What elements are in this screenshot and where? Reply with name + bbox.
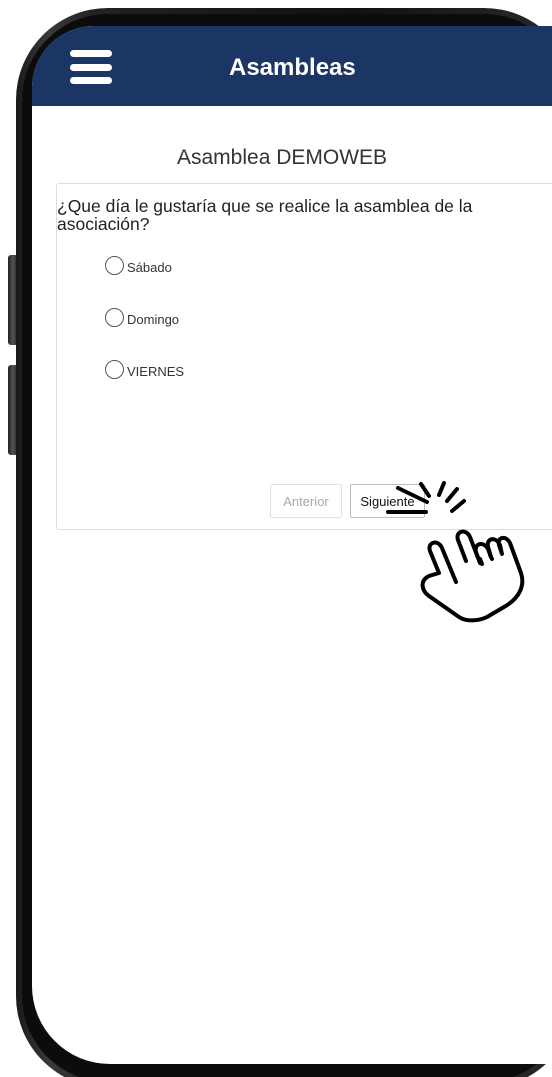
app-header: Asambleas <box>32 26 552 106</box>
option-sabado[interactable]: Sábado <box>105 255 172 275</box>
survey-question: ¿Que día le gustaría que se realice la a… <box>57 196 473 234</box>
option-label: Sábado <box>127 259 172 275</box>
option-viernes[interactable]: VIERNES <box>105 359 184 379</box>
radio-button[interactable] <box>105 307 124 327</box>
app-title: Asambleas <box>229 54 356 81</box>
tapping-hand-icon <box>386 481 525 623</box>
option-label: Domingo <box>127 311 180 327</box>
survey-card <box>56 183 552 530</box>
option-domingo[interactable]: Domingo <box>105 307 179 327</box>
phone-mockup: Asambleas Asamblea DEMOWEB ¿Que día le g… <box>0 0 552 1077</box>
option-label: VIERNES <box>127 363 185 379</box>
hamburger-menu-icon[interactable] <box>70 50 112 84</box>
radio-button[interactable] <box>105 359 124 379</box>
previous-button[interactable]: Anterior <box>270 484 342 518</box>
radio-button[interactable] <box>105 255 124 275</box>
page-title: Asamblea DEMOWEB <box>177 146 388 169</box>
phone-screen: Asambleas Asamblea DEMOWEB ¿Que día le g… <box>32 26 552 1064</box>
